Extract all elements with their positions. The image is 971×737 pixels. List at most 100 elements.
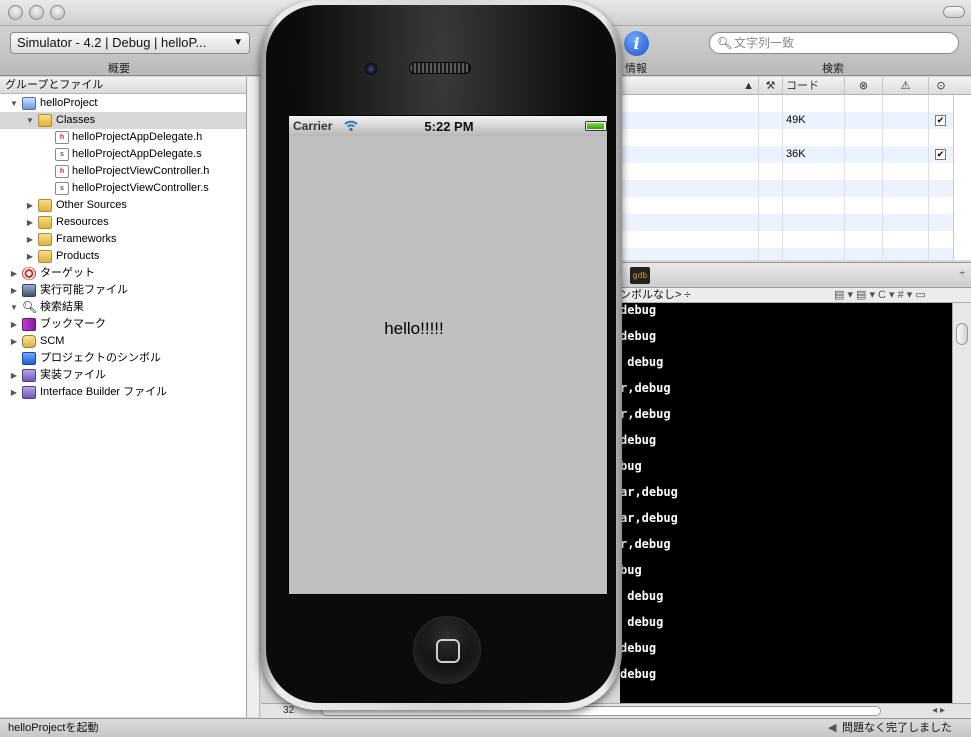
column-code[interactable]: コード bbox=[782, 77, 844, 95]
zoom-window-button[interactable] bbox=[50, 5, 65, 20]
column-divider bbox=[844, 95, 845, 260]
disclosure-closed-icon[interactable]: ▶ bbox=[9, 282, 19, 299]
search-icon: 🔍︎ bbox=[717, 36, 733, 50]
tree-item-file[interactable]: s helloProjectViewController.s bbox=[0, 180, 246, 197]
table-row[interactable]: 49K ✔ bbox=[620, 112, 953, 129]
sidebar-splitter[interactable] bbox=[247, 77, 260, 717]
target-column-icon[interactable]: ⊙ bbox=[928, 77, 953, 95]
tree-item-label: helloProjectViewController.h bbox=[72, 165, 210, 177]
back-icon[interactable]: ◀ bbox=[828, 719, 836, 737]
tree-item-file[interactable]: s helloProjectAppDelegate.s bbox=[0, 146, 246, 163]
filter-buttons-icon[interactable]: ▤ ▾ ▤ ▾ C ▾ # ▾ ▭ bbox=[834, 288, 926, 302]
disclosure-closed-icon[interactable]: ▶ bbox=[9, 265, 19, 282]
build-icon[interactable]: ⚒ bbox=[758, 77, 782, 95]
disclosure-closed-icon[interactable]: ▶ bbox=[25, 214, 35, 231]
home-square-icon bbox=[436, 639, 460, 663]
tree-item-classes[interactable]: ▼ Classes bbox=[0, 112, 246, 129]
disclosure-open-icon[interactable]: ▼ bbox=[25, 112, 35, 129]
info-label: 情報 bbox=[625, 63, 647, 75]
search-results-icon: 🔍︎ bbox=[22, 300, 38, 314]
tree-item-implementation-files[interactable]: ▶ 実装ファイル bbox=[0, 367, 246, 384]
search-placeholder: 文字列一致 bbox=[734, 36, 795, 50]
tree-item-targets[interactable]: ▶ ターゲット bbox=[0, 265, 246, 282]
errors-column-icon[interactable]: ⊗ bbox=[844, 77, 882, 95]
disclosure-closed-icon[interactable]: ▶ bbox=[9, 333, 19, 350]
iphone-screen[interactable]: Carrier 5:22 PM hello!!!!! bbox=[288, 115, 608, 595]
column-divider bbox=[882, 95, 883, 260]
groups-and-files-sidebar: グループとファイル ▼ helloProject ▼ Classes h hel… bbox=[0, 77, 247, 717]
home-button[interactable] bbox=[413, 616, 481, 684]
table-row[interactable] bbox=[620, 129, 953, 146]
console-line: r,debug bbox=[620, 407, 671, 421]
toolbar-toggle-button[interactable] bbox=[943, 6, 965, 18]
table-row bbox=[620, 180, 953, 197]
scroll-thumb[interactable] bbox=[956, 323, 968, 345]
console-line: debug bbox=[620, 433, 657, 447]
executable-icon bbox=[22, 284, 36, 297]
ios-status-bar: Carrier 5:22 PM bbox=[289, 116, 607, 136]
tree-item-products[interactable]: ▶ Products bbox=[0, 248, 246, 265]
minimize-window-button[interactable] bbox=[29, 5, 44, 20]
gdb-icon[interactable]: gdb bbox=[630, 267, 650, 284]
symbol-filter-bar: ンボルなし> ÷ ▤ ▾ ▤ ▾ C ▾ # ▾ ▭ bbox=[620, 288, 971, 303]
tree-item-executables[interactable]: ▶ 実行可能ファイル bbox=[0, 282, 246, 299]
tree-item-resources[interactable]: ▶ Resources bbox=[0, 214, 246, 231]
tree-item-label: Classes bbox=[56, 114, 96, 126]
disclosure-closed-icon[interactable]: ▶ bbox=[25, 248, 35, 265]
sort-ascending-icon[interactable]: ▲ bbox=[620, 77, 758, 95]
disclosure-closed-icon[interactable]: ▶ bbox=[9, 316, 19, 333]
symbols-icon bbox=[22, 352, 36, 365]
disclosure-closed-icon[interactable]: ▶ bbox=[9, 367, 19, 384]
folder-icon bbox=[38, 233, 52, 246]
symbol-popup[interactable]: ンボルなし> ÷ bbox=[620, 289, 691, 301]
hello-label: hello!!!!! bbox=[384, 319, 444, 338]
console-output[interactable]: debug debug debug r,debug r,debug debug … bbox=[620, 303, 952, 703]
tree-item-label: Interface Builder ファイル bbox=[40, 386, 168, 398]
disclosure-closed-icon[interactable]: ▶ bbox=[9, 384, 19, 401]
tree-item-label: helloProject bbox=[40, 97, 98, 109]
bookmark-icon bbox=[22, 318, 36, 331]
tree-item-ib-files[interactable]: ▶ Interface Builder ファイル bbox=[0, 384, 246, 401]
console-line: debug bbox=[620, 303, 657, 317]
disclosure-closed-icon[interactable]: ▶ bbox=[25, 197, 35, 214]
tree-item-file[interactable]: h helloProjectAppDelegate.h bbox=[0, 129, 246, 146]
line-number: 32 bbox=[283, 705, 295, 716]
tree-item-project-symbols[interactable]: プロジェクトのシンボル bbox=[0, 350, 246, 367]
tree-item-label: helloProjectAppDelegate.s bbox=[72, 148, 202, 160]
tree-item-bookmarks[interactable]: ▶ ブックマーク bbox=[0, 316, 246, 333]
console-line: bug bbox=[620, 563, 642, 577]
disclosure-closed-icon[interactable]: ▶ bbox=[25, 231, 35, 248]
camera-icon bbox=[365, 63, 377, 75]
console-scrollbar[interactable] bbox=[952, 303, 971, 703]
target-checkbox[interactable]: ✔ bbox=[935, 115, 946, 126]
tree-item-other-sources[interactable]: ▶ Other Sources bbox=[0, 197, 246, 214]
stepper-icon[interactable]: ÷ bbox=[960, 268, 966, 279]
tree-item-helloproject[interactable]: ▼ helloProject bbox=[0, 95, 246, 112]
tree-item-scm[interactable]: ▶ SCM bbox=[0, 333, 246, 350]
disclosure-open-icon[interactable]: ▼ bbox=[9, 95, 19, 112]
header-file-icon: h bbox=[55, 131, 69, 144]
folder-icon bbox=[38, 216, 52, 229]
search-input[interactable]: 🔍︎ 文字列一致 bbox=[709, 32, 959, 54]
warnings-column-icon[interactable]: ⚠ bbox=[882, 77, 928, 95]
project-icon bbox=[22, 97, 36, 110]
close-window-button[interactable] bbox=[8, 5, 23, 20]
scroll-arrows-icon[interactable]: ◂ ▸ bbox=[932, 704, 945, 718]
tree-item-label: ブックマーク bbox=[40, 318, 106, 330]
tree-item-search-results[interactable]: ▼ 🔍︎ 検索結果 bbox=[0, 299, 246, 316]
scm-icon bbox=[22, 335, 36, 348]
target-checkbox[interactable]: ✔ bbox=[935, 149, 946, 160]
tree-item-frameworks[interactable]: ▶ Frameworks bbox=[0, 231, 246, 248]
disclosure-open-icon[interactable]: ▼ bbox=[9, 299, 19, 316]
info-icon[interactable]: i bbox=[624, 31, 649, 56]
tree-item-label: SCM bbox=[40, 335, 65, 347]
column-divider bbox=[782, 95, 783, 260]
folder-icon bbox=[38, 114, 52, 127]
scheme-popup[interactable]: Simulator - 4.2 | Debug | helloP... ▼ bbox=[10, 32, 250, 54]
code-size: 36K bbox=[786, 148, 806, 160]
table-row[interactable]: 36K ✔ bbox=[620, 146, 953, 163]
tree-item-file[interactable]: h helloProjectViewController.h bbox=[0, 163, 246, 180]
table-row bbox=[620, 248, 953, 260]
debugger-toolbar: gdb ÷ bbox=[620, 262, 971, 288]
iphone-bezel: Carrier 5:22 PM hello!!!!! bbox=[266, 5, 616, 703]
